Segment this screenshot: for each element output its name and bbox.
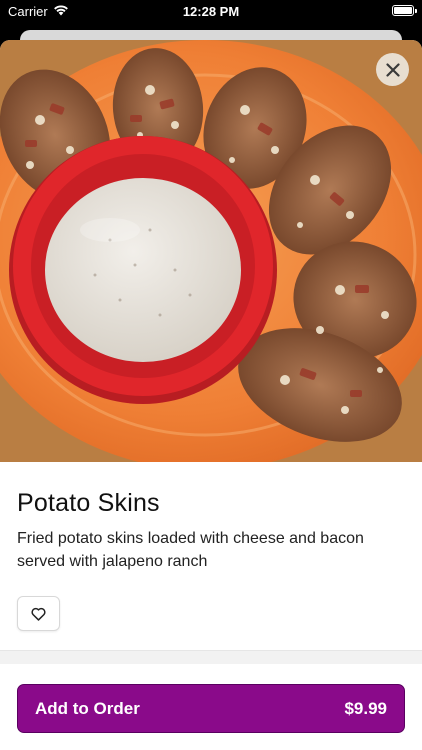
item-description: Fried potato skins loaded with cheese an… [17, 530, 364, 570]
item-title: Potato Skins [17, 489, 160, 517]
item-details: Potato Skins Fried potato skins loaded w… [0, 462, 422, 631]
item-price: $9.99 [344, 698, 387, 718]
section-divider [0, 650, 422, 664]
battery-icon [392, 5, 417, 16]
add-to-order-button[interactable]: Add to Order $9.99 [17, 684, 405, 733]
item-detail-sheet: Potato Skins Fried potato skins loaded w… [0, 40, 422, 750]
close-button[interactable] [376, 53, 409, 86]
add-to-order-label: Add to Order [35, 698, 140, 718]
close-icon [385, 62, 400, 77]
item-photo [0, 40, 422, 470]
favorite-button[interactable] [17, 596, 60, 631]
food-illustration [0, 40, 422, 470]
clock: 12:28 PM [182, 4, 240, 19]
status-bar: Carrier 12:28 PM [0, 0, 422, 26]
status-right [392, 5, 417, 16]
heart-icon [31, 607, 46, 621]
